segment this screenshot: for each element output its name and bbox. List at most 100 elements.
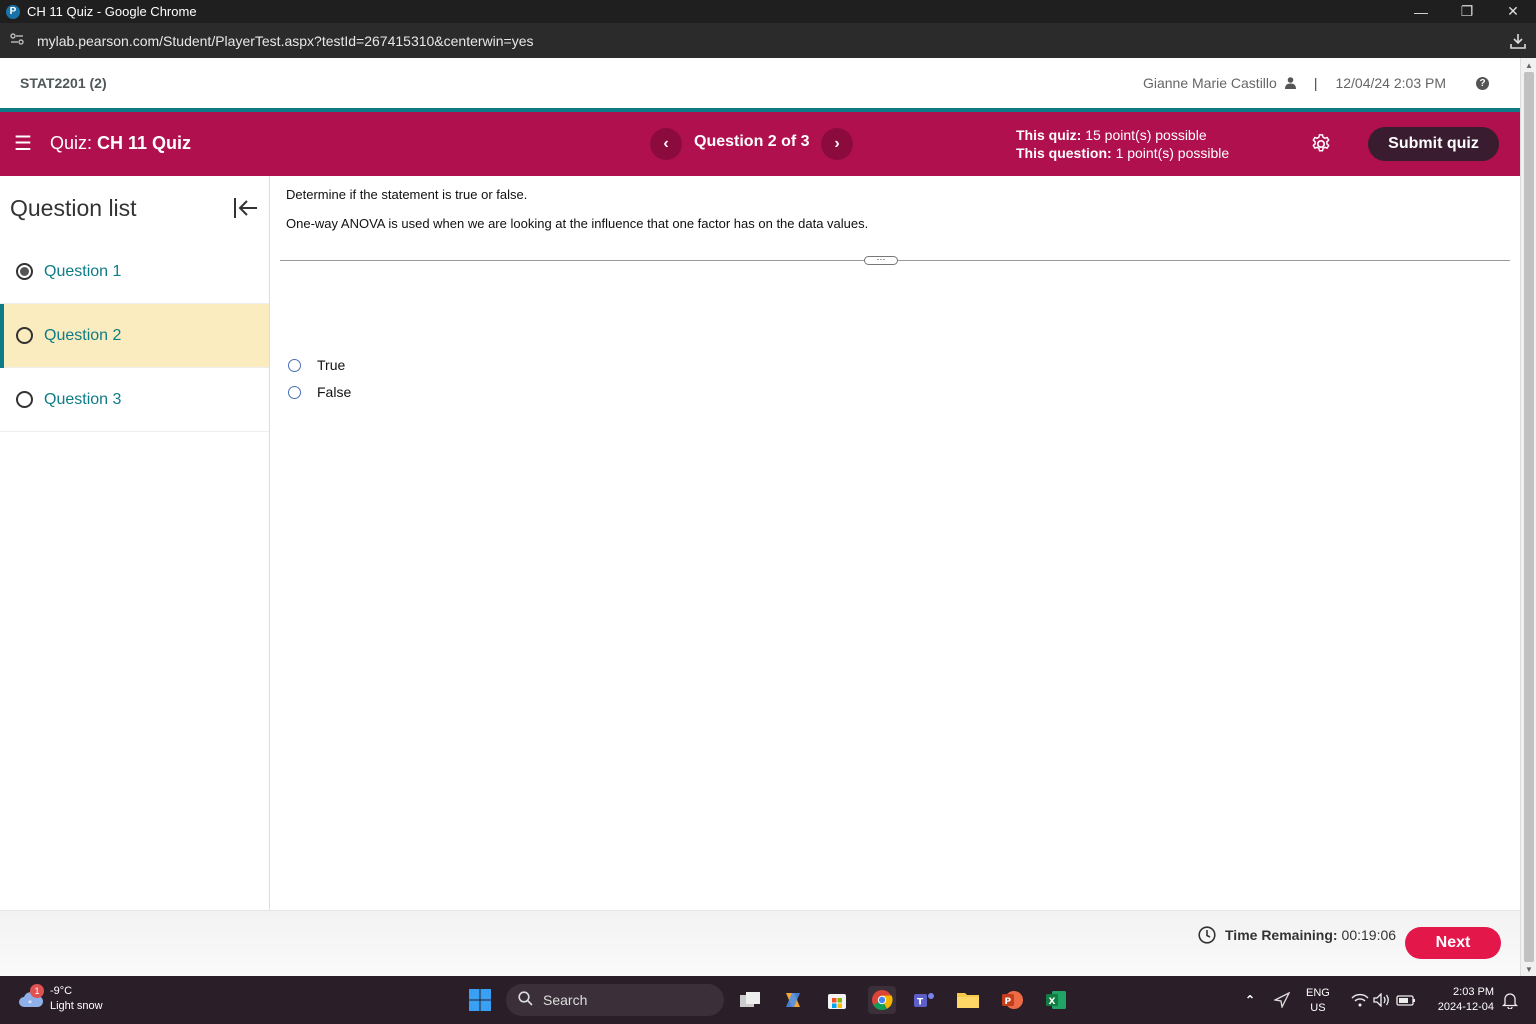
download-icon[interactable] (1500, 32, 1536, 50)
option-true[interactable]: True (288, 357, 345, 373)
windows-taskbar: * 1 -9°C Light snow Search T P X ⌃ ENG U… (0, 976, 1536, 1024)
browser-title-bar: P CH 11 Quiz - Google Chrome — ❐ ✕ (0, 0, 1536, 23)
resize-handle[interactable]: ··· (864, 255, 898, 265)
close-icon[interactable]: ✕ (1490, 0, 1536, 23)
collapse-panel-icon[interactable] (233, 196, 259, 220)
minimize-icon[interactable]: — (1398, 0, 1444, 23)
time-remaining-label: Time Remaining: (1225, 927, 1338, 943)
answered-radio-icon (16, 263, 33, 280)
chrome-icon[interactable] (868, 986, 896, 1014)
quiz-title-name: CH 11 Quiz (97, 133, 192, 153)
weather-condition: Light snow (50, 1000, 103, 1012)
submit-quiz-button[interactable]: Submit quiz (1368, 127, 1499, 161)
user-info: Gianne Marie Castillo (1143, 75, 1296, 91)
wifi-icon[interactable] (1348, 988, 1372, 1012)
question-content: Determine if the statement is true or fa… (270, 176, 1520, 910)
question-item-label: Question 3 (44, 390, 122, 408)
address-bar[interactable]: mylab.pearson.com/Student/PlayerTest.asp… (0, 23, 1536, 58)
window-title: CH 11 Quiz - Google Chrome (27, 4, 197, 19)
scroll-up-icon[interactable]: ▲ (1521, 58, 1536, 72)
site-info-icon[interactable] (10, 33, 26, 48)
search-label: Search (543, 992, 588, 1008)
snow-cloud-icon: * 1 (18, 984, 44, 1010)
sidebar-item-question-3[interactable]: Question 3 (0, 368, 269, 432)
page-scrollbar[interactable]: ▲ ▼ (1520, 58, 1536, 976)
quiz-title-prefix: Quiz: (50, 133, 93, 153)
time-remaining-value: 00:19:06 (1341, 927, 1397, 943)
next-question-arrow-button[interactable]: › (821, 128, 853, 160)
course-header: STAT2201 (2) Gianne Marie Castillo | 12/… (0, 58, 1520, 108)
points-info: This quiz: 15 point(s) possible This que… (1016, 126, 1229, 162)
option-false[interactable]: False (288, 384, 351, 400)
taskbar-date: 2024-12-04 (1437, 1001, 1494, 1013)
microsoft-store-icon[interactable] (825, 988, 849, 1012)
course-name: STAT2201 (2) (20, 75, 107, 91)
quiz-toolbar: ☰ Quiz: CH 11 Quiz ‹ Question 2 of 3 › T… (0, 112, 1520, 176)
powerpoint-icon[interactable]: P (1000, 988, 1024, 1012)
quiz-title: Quiz: CH 11 Quiz (50, 133, 191, 154)
next-button[interactable]: Next (1405, 927, 1501, 959)
copilot-icon[interactable] (781, 988, 805, 1012)
notification-bell-icon[interactable] (1498, 988, 1522, 1012)
url-text[interactable]: mylab.pearson.com/Student/PlayerTest.asp… (37, 33, 1500, 49)
question-list-panel: Question list Question 1 Question 2 Ques… (0, 176, 270, 910)
task-view-icon[interactable] (738, 988, 762, 1012)
svg-text:X: X (1049, 997, 1056, 1007)
svg-text:T: T (917, 998, 924, 1008)
taskbar-search[interactable]: Search (506, 984, 724, 1016)
clock-icon (1198, 926, 1216, 944)
search-icon (518, 991, 533, 1009)
location-arrow-icon[interactable] (1270, 988, 1294, 1012)
question-counter: Question 2 of 3 (694, 133, 810, 150)
previous-question-button[interactable]: ‹ (650, 128, 682, 160)
question-instruction: Determine if the statement is true or fa… (286, 187, 528, 202)
time-remaining: Time Remaining: 00:19:06 (1198, 926, 1396, 944)
question-list-header: Question list (0, 176, 269, 240)
file-explorer-icon[interactable] (956, 988, 980, 1012)
option-label: True (317, 357, 346, 373)
unanswered-radio-icon (16, 391, 33, 408)
question-statement: One-way ANOVA is used when we are lookin… (286, 216, 869, 231)
header-separator: | (1313, 75, 1318, 91)
sidebar-item-question-2[interactable]: Question 2 (0, 304, 269, 368)
question-list-title: Question list (10, 194, 137, 221)
question-points-value: 1 point(s) possible (1115, 145, 1230, 161)
pearson-favicon-icon: P (6, 4, 20, 19)
option-radio-icon[interactable] (288, 385, 301, 399)
language-secondary: US (1310, 1002, 1326, 1014)
tray-expand-icon[interactable]: ⌃ (1238, 988, 1262, 1012)
volume-icon[interactable] (1370, 988, 1394, 1012)
windows-start-icon[interactable] (468, 988, 492, 1012)
option-radio-icon[interactable] (288, 358, 301, 372)
gear-icon[interactable] (1310, 133, 1332, 155)
language-primary: ENG (1306, 987, 1330, 999)
question-points-label: This question: (1016, 145, 1112, 161)
taskbar-clock[interactable]: 2:03 PM 2024-12-04 (1426, 985, 1494, 1015)
svg-text:*: * (28, 999, 32, 1008)
quiz-points-label: This quiz: (1016, 127, 1082, 143)
unanswered-radio-icon (16, 327, 33, 344)
language-indicator[interactable]: ENG US (1306, 986, 1330, 1016)
sidebar-item-question-1[interactable]: Question 1 (0, 240, 269, 304)
header-datetime: 12/04/24 2:03 PM (1335, 75, 1446, 91)
page-content: STAT2201 (2) Gianne Marie Castillo | 12/… (0, 58, 1520, 976)
hamburger-menu-icon[interactable]: ☰ (14, 134, 32, 154)
excel-icon[interactable]: X (1044, 988, 1068, 1012)
help-icon[interactable]: ? (1476, 76, 1489, 90)
scroll-down-icon[interactable]: ▼ (1521, 962, 1536, 976)
user-name: Gianne Marie Castillo (1142, 75, 1277, 91)
quiz-footer: Time Remaining: 00:19:06 Next (0, 910, 1520, 976)
weather-widget[interactable]: * 1 -9°C Light snow (18, 984, 103, 1014)
restore-icon[interactable]: ❐ (1444, 0, 1490, 23)
weather-badge: 1 (30, 984, 44, 998)
user-icon (1284, 77, 1296, 89)
weather-temperature: -9°C (50, 985, 73, 997)
quiz-points-value: 15 point(s) possible (1085, 127, 1207, 143)
scrollbar-thumb[interactable] (1524, 72, 1534, 962)
question-item-label: Question 2 (44, 326, 122, 344)
question-item-label: Question 1 (44, 262, 122, 280)
battery-icon[interactable] (1394, 988, 1418, 1012)
svg-text:P: P (1005, 997, 1012, 1007)
option-label: False (317, 384, 352, 400)
teams-icon[interactable]: T (912, 988, 936, 1012)
